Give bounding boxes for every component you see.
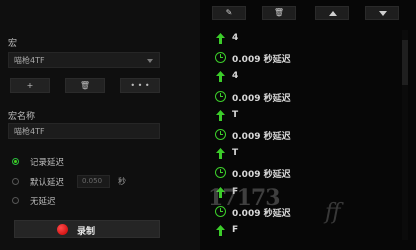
key-event-row[interactable]: F: [212, 222, 392, 240]
macro-name-input[interactable]: 喵枪4TF: [8, 123, 160, 139]
delay-event-label: 0.009 秒延迟: [232, 93, 291, 104]
record-button[interactable]: 录制: [14, 220, 160, 238]
delay-event-label: 0.009 秒延迟: [232, 55, 291, 66]
record-delay-radio[interactable]: [12, 158, 19, 165]
chevron-down-icon: [147, 59, 153, 63]
scrollbar-thumb[interactable]: [402, 40, 408, 85]
delay-event-row[interactable]: 0.009 秒延迟: [212, 126, 392, 144]
pencil-icon: ✎: [225, 8, 233, 17]
clock-icon: [215, 90, 226, 102]
macro-settings-panel: 宏 喵枪4TF + 🗑 • • • 宏名称 喵枪4TF 记录延迟 默认延迟 0.…: [0, 0, 200, 250]
add-macro-button[interactable]: +: [10, 78, 50, 93]
key-down-arrow-icon: [216, 33, 225, 44]
key-event-label: F: [232, 225, 239, 235]
default-delay-label: 默认延迟: [30, 178, 65, 188]
delay-event-label: 0.009 秒延迟: [232, 132, 291, 142]
macro-select-value: 喵枪4TF: [14, 56, 45, 65]
watermark-logo: 17173: [208, 185, 281, 211]
key-down-arrow-icon: [216, 148, 225, 160]
delay-event-row[interactable]: 0.009 秒延迟: [212, 88, 392, 106]
key-down-arrow-icon: [216, 71, 225, 83]
record-delay-label: 记录延迟: [30, 158, 65, 168]
delay-event-label: 0.009 秒延迟: [232, 170, 291, 181]
record-label: 录制: [77, 227, 96, 237]
macro-label: 宏: [8, 39, 18, 49]
key-event-row[interactable]: T: [212, 107, 392, 125]
event-list-scrollbar[interactable]: [402, 30, 408, 240]
trash-icon: 🗑: [273, 8, 285, 17]
edit-event-button[interactable]: ✎: [212, 6, 246, 20]
delete-macro-button[interactable]: 🗑: [65, 78, 105, 93]
delay-event-row[interactable]: 0.009 秒延迟: [212, 164, 392, 182]
macro-select[interactable]: 喵枪4TF: [8, 52, 160, 68]
key-event-label: 4: [232, 33, 239, 43]
clock-icon: [215, 52, 226, 64]
watermark-logo-2: ff: [325, 200, 341, 225]
delete-event-button[interactable]: 🗑: [262, 6, 296, 20]
clock-icon: [215, 167, 226, 179]
no-delay-radio[interactable]: [12, 197, 19, 204]
delay-event-row[interactable]: 0.009 秒延迟: [212, 49, 392, 67]
key-down-arrow-icon: [216, 109, 225, 121]
move-down-button[interactable]: [365, 6, 399, 20]
default-delay-input[interactable]: 0.050: [77, 175, 110, 188]
triangle-down-icon: [379, 11, 387, 16]
key-down-arrow-icon: [216, 225, 225, 236]
key-event-row[interactable]: T: [212, 145, 392, 163]
default-delay-radio[interactable]: [12, 178, 19, 185]
delay-unit-label: 秒: [118, 177, 126, 186]
macro-name-label: 宏名称: [8, 112, 36, 122]
no-delay-label: 无延迟: [30, 197, 56, 207]
clock-icon: [215, 129, 226, 140]
record-dot-icon: [57, 224, 68, 235]
key-event-row[interactable]: 4: [212, 68, 392, 86]
move-up-button[interactable]: [315, 6, 349, 20]
macro-name-value: 喵枪4TF: [14, 127, 45, 136]
key-event-label: 4: [232, 71, 239, 82]
key-event-label: T: [232, 109, 239, 120]
key-event-row[interactable]: 4: [212, 30, 392, 48]
triangle-up-icon: [329, 11, 337, 16]
more-options-button[interactable]: • • •: [120, 78, 160, 93]
key-event-label: T: [232, 148, 239, 159]
